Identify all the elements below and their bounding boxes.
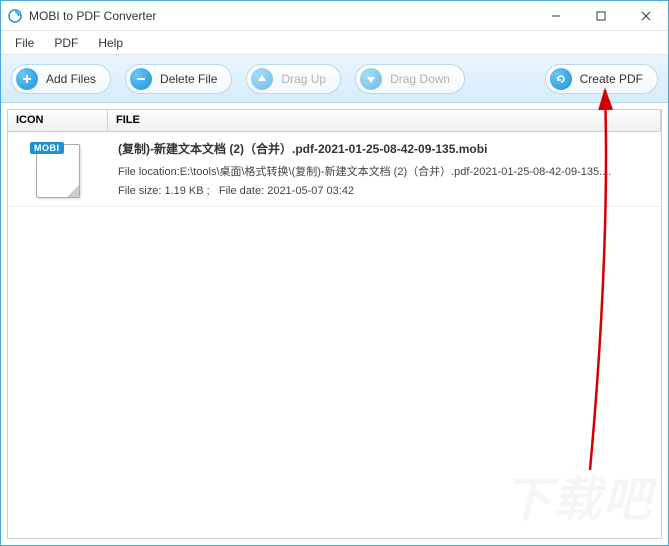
file-location: File location:E:\tools\桌面\格式转换\(复制)-新建文本…: [118, 163, 651, 179]
file-meta: File size: 1.19 KB ; File date: 2021-05-…: [118, 185, 651, 197]
file-icon-cell: MOBI: [8, 132, 108, 206]
file-list: ICON FILE MOBI (复制)-新建文本文档 (2)（合并）.pdf-2…: [7, 109, 662, 539]
maximize-button[interactable]: [578, 1, 623, 31]
create-pdf-button[interactable]: Create PDF: [545, 64, 658, 94]
window-title: MOBI to PDF Converter: [29, 9, 533, 23]
titlebar: MOBI to PDF Converter: [1, 1, 668, 31]
drag-down-label: Drag Down: [390, 72, 450, 86]
watermark: 下载吧: [503, 460, 653, 530]
menu-file[interactable]: File: [7, 34, 42, 52]
menubar: File PDF Help: [1, 31, 668, 55]
file-badge: MOBI: [30, 142, 64, 154]
minimize-button[interactable]: [533, 1, 578, 31]
arrow-up-icon: [251, 68, 273, 90]
arrow-down-icon: [360, 68, 382, 90]
minus-icon: [130, 68, 152, 90]
file-name: (复制)-新建文本文档 (2)（合并）.pdf-2021-01-25-08-42…: [118, 140, 651, 157]
file-detail-cell: (复制)-新建文本文档 (2)（合并）.pdf-2021-01-25-08-42…: [108, 132, 661, 206]
create-pdf-label: Create PDF: [580, 72, 643, 86]
drag-down-button[interactable]: Drag Down: [355, 64, 465, 94]
app-window: MOBI to PDF Converter File PDF Help Add …: [0, 0, 669, 546]
menu-pdf[interactable]: PDF: [46, 34, 86, 52]
mobi-file-icon: MOBI: [34, 140, 82, 198]
plus-icon: [16, 68, 38, 90]
close-button[interactable]: [623, 1, 668, 31]
drag-up-button[interactable]: Drag Up: [246, 64, 341, 94]
toolbar: Add Files Delete File Drag Up Drag Down …: [1, 55, 668, 103]
column-file[interactable]: FILE: [108, 110, 661, 131]
drag-up-label: Drag Up: [281, 72, 326, 86]
delete-file-button[interactable]: Delete File: [125, 64, 232, 94]
app-icon: [7, 8, 23, 24]
window-controls: [533, 1, 668, 30]
list-item[interactable]: MOBI (复制)-新建文本文档 (2)（合并）.pdf-2021-01-25-…: [8, 132, 661, 207]
convert-icon: [550, 68, 572, 90]
add-files-label: Add Files: [46, 72, 96, 86]
add-files-button[interactable]: Add Files: [11, 64, 111, 94]
list-header: ICON FILE: [8, 110, 661, 132]
delete-file-label: Delete File: [160, 72, 217, 86]
column-icon[interactable]: ICON: [8, 110, 108, 131]
menu-help[interactable]: Help: [90, 34, 131, 52]
